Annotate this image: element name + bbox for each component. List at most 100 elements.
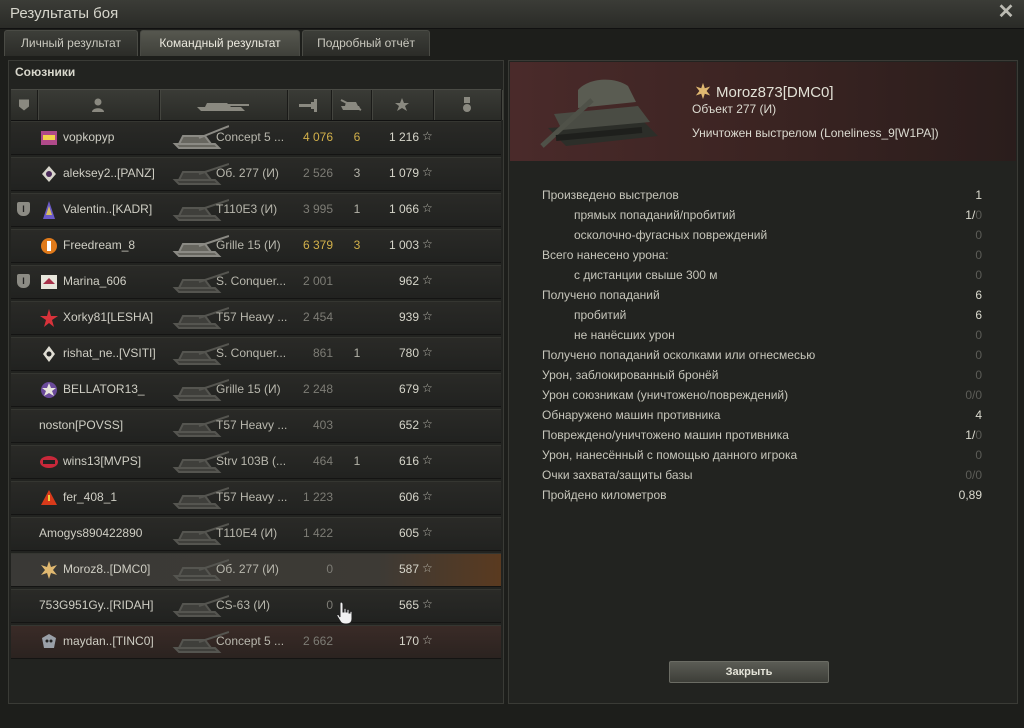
tab-detailed[interactable]: Подробный отчёт bbox=[302, 30, 430, 56]
medal-icon bbox=[463, 97, 471, 112]
clan-emblem-icon bbox=[695, 82, 711, 100]
damage-value: 2 454 bbox=[302, 310, 333, 324]
table-row[interactable]: noston[POVSS] T57 Heavy ... 403 652 ☆ bbox=[11, 409, 501, 443]
table-row[interactable]: wins13[MVPS] Strv 103B (... 464 1 616 ☆ bbox=[11, 445, 501, 479]
table-row[interactable]: Freedream_8 Grille 15 (И) 6 379 3 1 003 … bbox=[11, 229, 501, 263]
kills-column-header[interactable] bbox=[331, 90, 372, 120]
stat-row: Произведено выстрелов 1 bbox=[542, 188, 982, 202]
damage-value: 861 bbox=[312, 346, 333, 360]
xp-column-header[interactable]: ▼ bbox=[371, 88, 752, 120]
detail-destroyed-by: Уничтожен выстрелом (Loneliness_9[W1PA]) bbox=[692, 126, 939, 140]
damage-icon bbox=[299, 99, 317, 112]
allies-label: Союзники bbox=[15, 65, 76, 79]
damage-column-header[interactable] bbox=[287, 90, 332, 120]
damage-value: 2 001 bbox=[302, 274, 333, 288]
star-icon: ☆ bbox=[422, 489, 433, 503]
star-icon: ☆ bbox=[422, 237, 433, 251]
allies-list: vopkopyp Concept 5 ... 4 076 6 1 216 ☆ a… bbox=[11, 121, 501, 661]
stat-row: Повреждено/уничтожено машин противника 1/… bbox=[542, 428, 982, 442]
table-row[interactable]: I Marina_606 S. Conquer... 2 001 962 ☆ bbox=[11, 265, 501, 299]
xp-value: 1 003 bbox=[388, 238, 419, 252]
table-header: ▼ bbox=[11, 88, 752, 121]
stat-row: Всего нанесено урона: 0 bbox=[542, 248, 982, 262]
star-icon: ☆ bbox=[422, 345, 433, 359]
vehicle-name: S. Conquer... bbox=[216, 346, 287, 360]
table-row[interactable]: 753G951Gy..[RIDAH] CS-63 (И) 0 565 ☆ bbox=[11, 589, 501, 623]
squad-badge: I bbox=[17, 202, 30, 216]
player-name: vopkopyp bbox=[63, 130, 115, 144]
tank-icon bbox=[197, 103, 249, 111]
xp-value: 652 bbox=[398, 418, 419, 432]
damage-value: 403 bbox=[312, 418, 333, 432]
clan-emblem-icon bbox=[40, 309, 58, 327]
damage-value: 464 bbox=[312, 454, 333, 468]
vehicle-name: T57 Heavy ... bbox=[216, 310, 288, 324]
close-icon[interactable]: ✕ bbox=[996, 2, 1016, 22]
player-name: Freedream_8 bbox=[63, 238, 136, 252]
vehicle-name: T110E4 (И) bbox=[216, 526, 278, 540]
table-row[interactable]: Amogys890422890 T110E4 (И) 1 422 605 ☆ bbox=[11, 517, 501, 551]
star-icon: ☆ bbox=[422, 453, 433, 467]
squad-column-header[interactable] bbox=[11, 90, 38, 120]
table-row[interactable]: Xorky81[LESHA] T57 Heavy ... 2 454 939 ☆ bbox=[11, 301, 501, 335]
table-row[interactable]: vopkopyp Concept 5 ... 4 076 6 1 216 ☆ bbox=[11, 121, 501, 155]
star-icon: ☆ bbox=[422, 165, 433, 179]
damage-value: 0 bbox=[326, 598, 333, 612]
table-row[interactable]: I Valentin..[KADR] T110E3 (И) 3 995 1 1 … bbox=[11, 193, 501, 227]
player-name: 753G951Gy..[RIDAH] bbox=[39, 598, 154, 612]
xp-value: 616 bbox=[398, 454, 419, 468]
vehicle-image-icon bbox=[540, 79, 658, 148]
title-bar: Результаты боя ✕ bbox=[0, 0, 1024, 29]
vehicle-name: CS-63 (И) bbox=[216, 598, 270, 612]
table-row[interactable]: BELLATOR13_ Grille 15 (И) 2 248 679 ☆ bbox=[11, 373, 501, 407]
clan-emblem-icon bbox=[41, 382, 57, 398]
table-row[interactable]: aleksey2..[PANZ] Об. 277 (И) 2 526 3 1 0… bbox=[11, 157, 501, 191]
star-icon: ☆ bbox=[422, 561, 433, 575]
clan-emblem-icon bbox=[41, 275, 57, 289]
star-icon: ☆ bbox=[422, 417, 433, 431]
stat-row: Урон, заблокированный бронёй 0 bbox=[542, 368, 982, 382]
kills-value: 1 bbox=[353, 346, 361, 360]
star-icon: ☆ bbox=[422, 309, 433, 323]
table-row[interactable]: fer_408_1 T57 Heavy ... 1 223 606 ☆ bbox=[11, 481, 501, 515]
player-name: noston[POVSS] bbox=[39, 418, 124, 432]
player-column-header[interactable] bbox=[37, 90, 160, 120]
vehicle-name: Об. 277 (И) bbox=[216, 166, 279, 180]
clan-emblem-icon bbox=[43, 201, 55, 219]
xp-value: 780 bbox=[398, 346, 419, 360]
vehicle-name: Strv 103B (... bbox=[216, 454, 287, 468]
detail-player-name: Moroz873[DMC0] bbox=[716, 84, 834, 101]
xp-value: 565 bbox=[398, 598, 419, 612]
xp-value: 1 216 bbox=[388, 130, 419, 144]
star-icon: ☆ bbox=[422, 201, 433, 215]
vehicle-name: Concept 5 ... bbox=[216, 634, 285, 648]
stat-row: не нанёсших урон 0 bbox=[574, 328, 982, 342]
medals-column-header[interactable] bbox=[433, 90, 502, 120]
table-row[interactable]: rishat_ne..[VSITI] S. Conquer... 861 1 7… bbox=[11, 337, 501, 371]
close-button[interactable]: Закрыть bbox=[669, 661, 829, 683]
damage-value: 6 379 bbox=[302, 238, 333, 252]
table-row-current-player[interactable]: Moroz8..[DMC0] Об. 277 (И) 0 587 ☆ bbox=[11, 553, 501, 587]
window-title: Результаты боя bbox=[10, 5, 119, 22]
star-icon: ☆ bbox=[422, 525, 433, 539]
xp-value: 606 bbox=[398, 490, 419, 504]
tab-team[interactable]: Командный результат bbox=[140, 30, 300, 56]
damage-value: 1 223 bbox=[302, 490, 333, 504]
xp-value: 170 bbox=[398, 634, 419, 648]
xp-value: 679 bbox=[398, 382, 419, 396]
vehicle-name: Grille 15 (И) bbox=[216, 382, 281, 396]
stats-list: Произведено выстрелов 1 прямых попаданий/… bbox=[542, 186, 982, 506]
player-name: Moroz8..[DMC0] bbox=[63, 562, 151, 576]
damage-value: 3 995 bbox=[302, 202, 333, 216]
xp-value: 605 bbox=[398, 526, 419, 540]
tab-personal[interactable]: Личный результат bbox=[4, 30, 138, 56]
player-name: wins13[MVPS] bbox=[63, 454, 142, 468]
player-name: fer_408_1 bbox=[63, 490, 118, 504]
stat-row: осколочно-фугасных повреждений 0 bbox=[574, 228, 982, 242]
squad-icon bbox=[19, 99, 29, 111]
star-icon: ☆ bbox=[422, 381, 433, 395]
table-row[interactable]: maydan..[TINC0] Concept 5 ... 2 662 170 … bbox=[11, 625, 501, 659]
star-icon: ☆ bbox=[422, 273, 433, 287]
vehicle-column-header[interactable] bbox=[159, 90, 288, 120]
vehicle-name: S. Conquer... bbox=[216, 274, 287, 288]
